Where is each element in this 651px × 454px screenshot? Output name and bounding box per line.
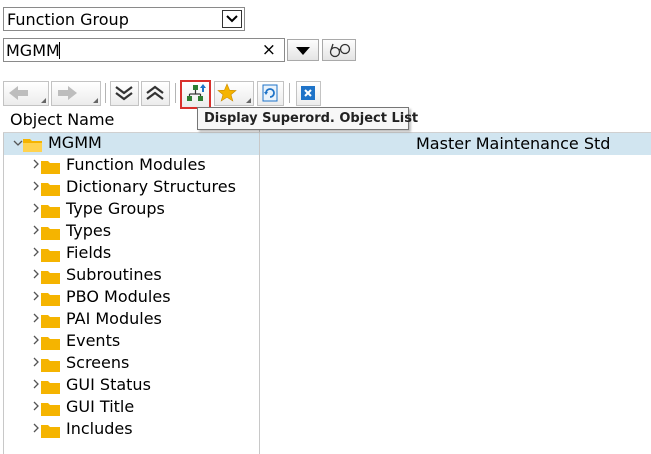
expand-icon[interactable] xyxy=(31,354,41,376)
arrow-right-icon xyxy=(58,86,77,100)
forward-button[interactable] xyxy=(51,81,101,106)
tree-node-root[interactable]: MGMM xyxy=(13,133,253,155)
tree-node[interactable]: GUI Status xyxy=(31,375,256,397)
column-header-label: Object Name xyxy=(10,110,115,129)
folder-icon xyxy=(41,313,60,328)
folder-icon xyxy=(41,423,60,438)
folder-icon xyxy=(41,357,60,372)
tree-node[interactable]: Function Modules xyxy=(31,155,256,177)
tree-node[interactable]: Dictionary Structures xyxy=(31,177,256,199)
panel-divider[interactable] xyxy=(259,110,260,454)
tooltip: Display Superord. Object List xyxy=(197,107,418,130)
glasses-display-button[interactable] xyxy=(322,39,356,61)
tree-node[interactable]: GUI Title xyxy=(31,397,256,419)
tree-panel-border xyxy=(3,110,4,454)
object-type-value: Function Group xyxy=(7,10,129,29)
expand-icon[interactable] xyxy=(31,376,41,398)
star-icon xyxy=(217,83,237,102)
folder-icon xyxy=(41,159,60,174)
tree-node-label: Subroutines xyxy=(66,265,162,284)
folder-open-icon xyxy=(23,137,42,152)
folder-icon xyxy=(41,247,60,262)
folder-icon xyxy=(41,225,60,240)
tree-node-label: Includes xyxy=(66,419,133,438)
tree-node-label: GUI Title xyxy=(66,397,135,416)
tree-node[interactable]: Types xyxy=(31,221,256,243)
folder-icon xyxy=(41,181,60,196)
tree-node[interactable]: Screens xyxy=(31,353,256,375)
clear-icon[interactable]: × xyxy=(262,39,276,61)
tree-node-label: Events xyxy=(66,331,121,350)
tree-node-label: Function Modules xyxy=(66,155,206,174)
collapse-all-button[interactable] xyxy=(141,81,170,106)
expand-icon[interactable] xyxy=(31,200,41,222)
text-caret xyxy=(59,42,60,59)
expand-all-button[interactable] xyxy=(110,81,139,106)
expand-icon[interactable] xyxy=(31,222,41,244)
root-description: Master Maintenance Std xyxy=(416,134,611,153)
folder-icon xyxy=(41,269,60,284)
back-button[interactable] xyxy=(3,81,49,106)
expand-icon[interactable] xyxy=(31,398,41,420)
tree-node[interactable]: PBO Modules xyxy=(31,287,256,309)
tree-node-label: PAI Modules xyxy=(66,309,162,328)
arrow-left-icon xyxy=(9,86,28,100)
object-name-input[interactable]: MGMM × xyxy=(3,38,285,62)
tree-node-label: Types xyxy=(66,221,112,240)
favorites-button[interactable] xyxy=(214,81,254,106)
tree-node-label: MGMM xyxy=(48,133,102,152)
expand-icon[interactable] xyxy=(31,332,41,354)
folder-icon xyxy=(41,291,60,306)
object-name-value: MGMM xyxy=(6,41,60,60)
refresh-button[interactable] xyxy=(257,81,284,106)
tree-node-label: Type Groups xyxy=(66,199,165,218)
glasses-icon xyxy=(329,43,351,58)
collapse-icon[interactable] xyxy=(13,134,23,156)
chevron-down-icon[interactable] xyxy=(222,10,242,28)
object-type-select[interactable]: Function Group xyxy=(3,7,245,31)
expand-icon[interactable] xyxy=(31,420,41,442)
hierarchy-up-icon xyxy=(187,84,206,101)
close-tree-button[interactable] xyxy=(296,81,321,106)
expand-icon[interactable] xyxy=(31,156,41,178)
tree-node[interactable]: Includes xyxy=(31,419,256,441)
tree-node[interactable]: PAI Modules xyxy=(31,309,256,331)
refresh-icon xyxy=(262,84,278,102)
expand-icon[interactable] xyxy=(31,288,41,310)
tree-node[interactable]: Fields xyxy=(31,243,256,265)
tree-node[interactable]: Events xyxy=(31,331,256,353)
expand-icon[interactable] xyxy=(31,310,41,332)
double-chevron-up-icon xyxy=(146,85,164,100)
expand-icon[interactable] xyxy=(31,266,41,288)
display-superord-object-list-button[interactable] xyxy=(180,80,211,109)
tree-node-label: GUI Status xyxy=(66,375,151,394)
history-dropdown-button[interactable] xyxy=(287,39,319,61)
expand-icon[interactable] xyxy=(31,178,41,200)
expand-icon[interactable] xyxy=(31,244,41,266)
tree-node[interactable]: Type Groups xyxy=(31,199,256,221)
folder-icon xyxy=(41,379,60,394)
tooltip-text: Display Superord. Object List xyxy=(204,111,419,126)
tree-node[interactable]: Subroutines xyxy=(31,265,256,287)
close-icon xyxy=(301,86,315,100)
tree-node-label: Dictionary Structures xyxy=(66,177,236,196)
tree-node-label: Screens xyxy=(66,353,130,372)
tree-node-label: Fields xyxy=(66,243,112,262)
tree-node-label: PBO Modules xyxy=(66,287,171,306)
folder-icon xyxy=(41,335,60,350)
folder-icon xyxy=(41,203,60,218)
double-chevron-down-icon xyxy=(115,86,133,101)
folder-icon xyxy=(41,401,60,416)
